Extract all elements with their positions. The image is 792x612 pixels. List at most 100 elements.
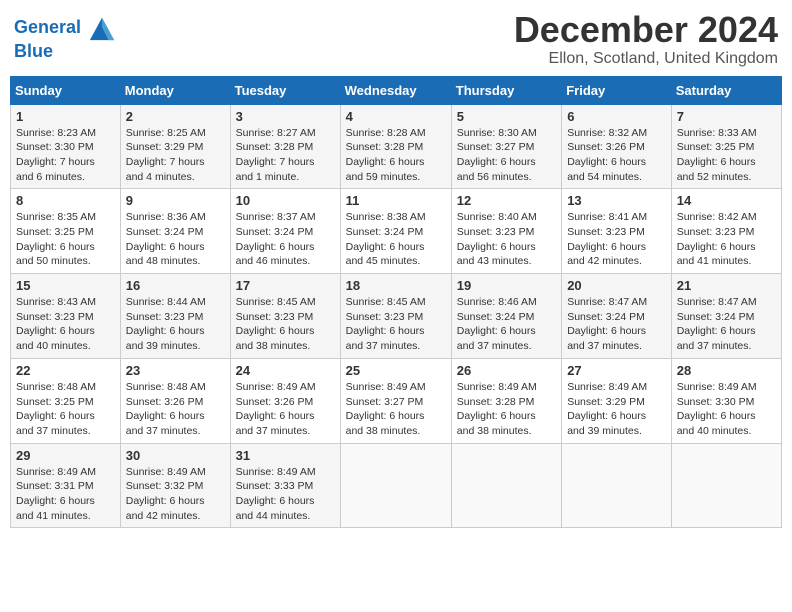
day-number: 23 bbox=[126, 363, 225, 378]
weekday-tuesday: Tuesday bbox=[230, 76, 340, 104]
day-info: Sunrise: 8:33 AM Sunset: 3:25 PM Dayligh… bbox=[677, 126, 776, 185]
day-number: 22 bbox=[16, 363, 115, 378]
day-number: 6 bbox=[567, 109, 666, 124]
day-info: Sunrise: 8:37 AM Sunset: 3:24 PM Dayligh… bbox=[236, 210, 335, 269]
week-row-3: 15 Sunrise: 8:43 AM Sunset: 3:23 PM Dayli… bbox=[11, 274, 782, 359]
day-cell bbox=[340, 443, 451, 528]
day-cell: 7 Sunrise: 8:33 AM Sunset: 3:25 PM Daylig… bbox=[671, 104, 781, 189]
day-info: Sunrise: 8:45 AM Sunset: 3:23 PM Dayligh… bbox=[346, 295, 446, 354]
location-title: Ellon, Scotland, United Kingdom bbox=[514, 50, 778, 68]
day-number: 21 bbox=[677, 278, 776, 293]
day-cell: 17Sunrise: 8:45 AM Sunset: 3:23 PM Dayli… bbox=[230, 274, 340, 359]
day-number: 10 bbox=[236, 193, 335, 208]
day-cell: 14 Sunrise: 8:42 AM Sunset: 3:23 PM Dayli… bbox=[671, 189, 781, 274]
day-info: Sunrise: 8:49 AM Sunset: 3:26 PM Dayligh… bbox=[236, 380, 335, 439]
day-info: Sunrise: 8:23 AM Sunset: 3:30 PM Dayligh… bbox=[16, 126, 115, 185]
week-row-4: 22 Sunrise: 8:48 AM Sunset: 3:25 PM Dayli… bbox=[11, 358, 782, 443]
day-cell: 4 Sunrise: 8:28 AM Sunset: 3:28 PM Daylig… bbox=[340, 104, 451, 189]
day-cell: 25Sunrise: 8:49 AM Sunset: 3:27 PM Dayli… bbox=[340, 358, 451, 443]
day-number: 26 bbox=[457, 363, 556, 378]
day-info: Sunrise: 8:49 AM Sunset: 3:30 PM Dayligh… bbox=[677, 380, 776, 439]
day-cell: 31 Sunrise: 8:49 AM Sunset: 3:33 PM Dayli… bbox=[230, 443, 340, 528]
day-info: Sunrise: 8:49 AM Sunset: 3:31 PM Dayligh… bbox=[16, 465, 115, 524]
day-cell: 3 Sunrise: 8:27 AM Sunset: 3:28 PM Daylig… bbox=[230, 104, 340, 189]
day-cell: 13 Sunrise: 8:41 AM Sunset: 3:23 PM Dayli… bbox=[562, 189, 672, 274]
day-number: 31 bbox=[236, 448, 335, 463]
day-number: 9 bbox=[126, 193, 225, 208]
day-cell: 28Sunrise: 8:49 AM Sunset: 3:30 PM Dayli… bbox=[671, 358, 781, 443]
day-cell: 6 Sunrise: 8:32 AM Sunset: 3:26 PM Daylig… bbox=[562, 104, 672, 189]
day-cell: 26 Sunrise: 8:49 AM Sunset: 3:28 PM Dayli… bbox=[451, 358, 561, 443]
day-number: 4 bbox=[346, 109, 446, 124]
week-row-1: 1Sunrise: 8:23 AM Sunset: 3:30 PM Daylig… bbox=[11, 104, 782, 189]
day-number: 29 bbox=[16, 448, 115, 463]
title-block: December 2024 Ellon, Scotland, United Ki… bbox=[514, 10, 778, 68]
day-cell: 21Sunrise: 8:47 AM Sunset: 3:24 PM Dayli… bbox=[671, 274, 781, 359]
weekday-wednesday: Wednesday bbox=[340, 76, 451, 104]
day-number: 15 bbox=[16, 278, 115, 293]
day-cell: 15 Sunrise: 8:43 AM Sunset: 3:23 PM Dayli… bbox=[11, 274, 121, 359]
day-cell: 2 Sunrise: 8:25 AM Sunset: 3:29 PM Daylig… bbox=[120, 104, 230, 189]
day-cell bbox=[562, 443, 672, 528]
calendar-table: SundayMondayTuesdayWednesdayThursdayFrid… bbox=[10, 76, 782, 529]
day-info: Sunrise: 8:27 AM Sunset: 3:28 PM Dayligh… bbox=[236, 126, 335, 185]
day-number: 16 bbox=[126, 278, 225, 293]
month-title: December 2024 bbox=[514, 10, 778, 50]
day-cell: 24Sunrise: 8:49 AM Sunset: 3:26 PM Dayli… bbox=[230, 358, 340, 443]
logo-text-blue: Blue bbox=[14, 42, 116, 62]
day-cell: 30 Sunrise: 8:49 AM Sunset: 3:32 PM Dayli… bbox=[120, 443, 230, 528]
day-cell: 27 Sunrise: 8:49 AM Sunset: 3:29 PM Dayli… bbox=[562, 358, 672, 443]
header: General Blue December 2024 Ellon, Scotla… bbox=[10, 10, 782, 68]
day-info: Sunrise: 8:46 AM Sunset: 3:24 PM Dayligh… bbox=[457, 295, 556, 354]
day-info: Sunrise: 8:28 AM Sunset: 3:28 PM Dayligh… bbox=[346, 126, 446, 185]
day-info: Sunrise: 8:48 AM Sunset: 3:25 PM Dayligh… bbox=[16, 380, 115, 439]
day-number: 3 bbox=[236, 109, 335, 124]
day-info: Sunrise: 8:30 AM Sunset: 3:27 PM Dayligh… bbox=[457, 126, 556, 185]
day-cell bbox=[671, 443, 781, 528]
day-number: 12 bbox=[457, 193, 556, 208]
day-info: Sunrise: 8:32 AM Sunset: 3:26 PM Dayligh… bbox=[567, 126, 666, 185]
day-cell: 9Sunrise: 8:36 AM Sunset: 3:24 PM Daylig… bbox=[120, 189, 230, 274]
day-number: 8 bbox=[16, 193, 115, 208]
day-cell: 19 Sunrise: 8:46 AM Sunset: 3:24 PM Dayli… bbox=[451, 274, 561, 359]
week-row-5: 29 Sunrise: 8:49 AM Sunset: 3:31 PM Dayli… bbox=[11, 443, 782, 528]
day-cell: 18 Sunrise: 8:45 AM Sunset: 3:23 PM Dayli… bbox=[340, 274, 451, 359]
logo-text: General bbox=[14, 14, 116, 42]
day-cell: 16Sunrise: 8:44 AM Sunset: 3:23 PM Dayli… bbox=[120, 274, 230, 359]
day-info: Sunrise: 8:49 AM Sunset: 3:28 PM Dayligh… bbox=[457, 380, 556, 439]
day-info: Sunrise: 8:35 AM Sunset: 3:25 PM Dayligh… bbox=[16, 210, 115, 269]
day-info: Sunrise: 8:47 AM Sunset: 3:24 PM Dayligh… bbox=[567, 295, 666, 354]
day-info: Sunrise: 8:25 AM Sunset: 3:29 PM Dayligh… bbox=[126, 126, 225, 185]
day-cell: 20Sunrise: 8:47 AM Sunset: 3:24 PM Dayli… bbox=[562, 274, 672, 359]
day-cell: 1Sunrise: 8:23 AM Sunset: 3:30 PM Daylig… bbox=[11, 104, 121, 189]
day-number: 19 bbox=[457, 278, 556, 293]
weekday-saturday: Saturday bbox=[671, 76, 781, 104]
day-number: 5 bbox=[457, 109, 556, 124]
day-number: 17 bbox=[236, 278, 335, 293]
day-cell: 10 Sunrise: 8:37 AM Sunset: 3:24 PM Dayli… bbox=[230, 189, 340, 274]
day-info: Sunrise: 8:49 AM Sunset: 3:33 PM Dayligh… bbox=[236, 465, 335, 524]
day-number: 13 bbox=[567, 193, 666, 208]
day-number: 7 bbox=[677, 109, 776, 124]
day-number: 11 bbox=[346, 193, 446, 208]
day-info: Sunrise: 8:49 AM Sunset: 3:32 PM Dayligh… bbox=[126, 465, 225, 524]
day-info: Sunrise: 8:43 AM Sunset: 3:23 PM Dayligh… bbox=[16, 295, 115, 354]
day-number: 27 bbox=[567, 363, 666, 378]
weekday-sunday: Sunday bbox=[11, 76, 121, 104]
day-number: 18 bbox=[346, 278, 446, 293]
day-info: Sunrise: 8:41 AM Sunset: 3:23 PM Dayligh… bbox=[567, 210, 666, 269]
day-cell: 11Sunrise: 8:38 AM Sunset: 3:24 PM Dayli… bbox=[340, 189, 451, 274]
weekday-monday: Monday bbox=[120, 76, 230, 104]
day-cell bbox=[451, 443, 561, 528]
logo: General Blue bbox=[14, 14, 116, 62]
day-info: Sunrise: 8:42 AM Sunset: 3:23 PM Dayligh… bbox=[677, 210, 776, 269]
day-number: 30 bbox=[126, 448, 225, 463]
day-cell: 23Sunrise: 8:48 AM Sunset: 3:26 PM Dayli… bbox=[120, 358, 230, 443]
weekday-thursday: Thursday bbox=[451, 76, 561, 104]
day-info: Sunrise: 8:49 AM Sunset: 3:29 PM Dayligh… bbox=[567, 380, 666, 439]
day-number: 2 bbox=[126, 109, 225, 124]
day-info: Sunrise: 8:49 AM Sunset: 3:27 PM Dayligh… bbox=[346, 380, 446, 439]
day-number: 14 bbox=[677, 193, 776, 208]
day-cell: 8 Sunrise: 8:35 AM Sunset: 3:25 PM Daylig… bbox=[11, 189, 121, 274]
day-cell: 5 Sunrise: 8:30 AM Sunset: 3:27 PM Daylig… bbox=[451, 104, 561, 189]
